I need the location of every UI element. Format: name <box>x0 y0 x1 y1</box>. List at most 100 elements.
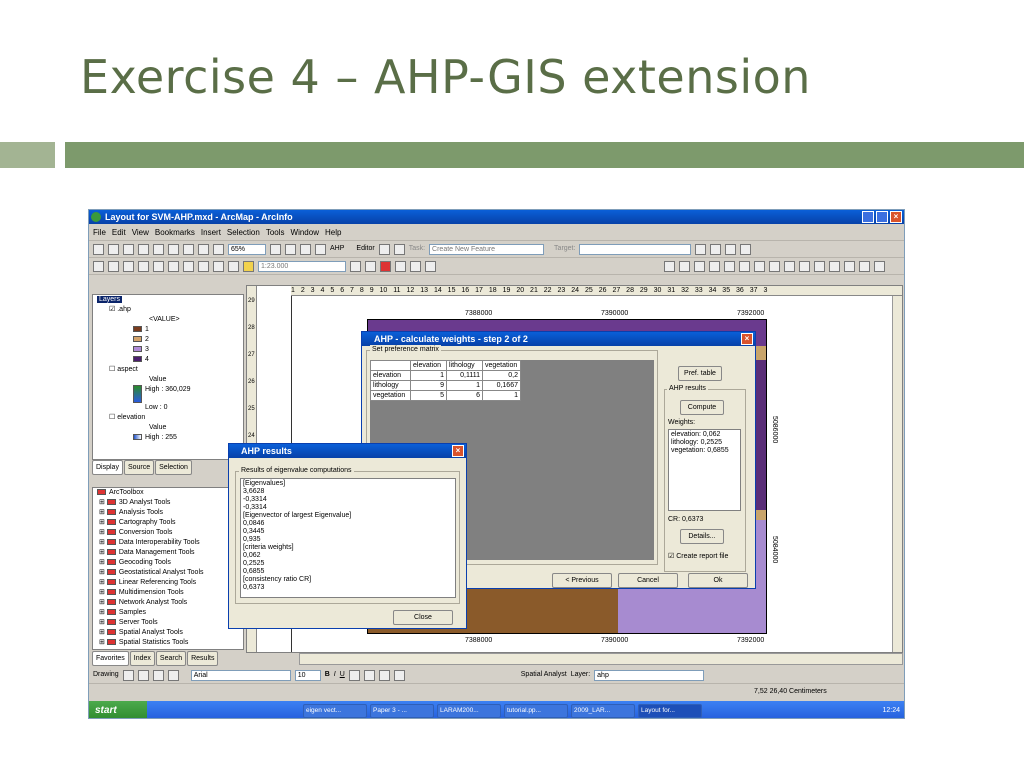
tab-display[interactable]: Display <box>92 460 123 475</box>
taskbar-item[interactable]: LARAM200... <box>437 703 501 718</box>
start-button[interactable]: start <box>89 701 147 718</box>
vertical-scrollbar[interactable] <box>892 296 902 652</box>
font-select[interactable]: Arial <box>190 669 291 681</box>
ahp-tool-icon[interactable] <box>315 243 326 255</box>
drawing-menu[interactable]: Drawing <box>93 670 119 680</box>
layers-label[interactable]: Layers <box>97 296 123 303</box>
dialog-close-button[interactable]: × <box>741 333 753 345</box>
open-icon[interactable] <box>108 260 119 272</box>
matrix-cell[interactable]: 9 <box>410 380 447 391</box>
toggle-draft-icon[interactable] <box>270 243 281 255</box>
toolbox-item[interactable]: ⊞ Conversion Tools <box>93 528 243 538</box>
maximize-button[interactable] <box>876 211 888 223</box>
full-extent-icon[interactable] <box>138 243 149 255</box>
split-tool-icon[interactable] <box>695 243 707 255</box>
zoom-whole-page-icon[interactable] <box>183 243 194 255</box>
toolbox-item[interactable]: ⊞ Network Analyst Tools <box>93 598 243 608</box>
select-features-icon[interactable] <box>784 260 795 272</box>
tab-search[interactable]: Search <box>155 651 187 666</box>
italic-button[interactable]: I <box>334 670 336 680</box>
eigenvalue-output[interactable]: [Eigenvalues] 3,6628 -0,3314 -0,3314 [Eigenv… <box>240 478 456 598</box>
cancel-button[interactable]: Cancel <box>618 573 678 588</box>
matrix-cell[interactable]: 0,1667 <box>482 380 521 391</box>
scale-select[interactable]: 1:23.000 <box>258 260 346 272</box>
tab-index[interactable]: Index <box>129 651 155 666</box>
matrix-cell[interactable]: 0,1111 <box>446 370 483 381</box>
whats-this-icon[interactable] <box>425 260 436 272</box>
copy-icon[interactable] <box>168 260 179 272</box>
delete-icon[interactable] <box>198 260 209 272</box>
arctoolbox-root[interactable]: ArcToolbox <box>93 488 243 498</box>
matrix-cell[interactable]: 1 <box>446 380 483 391</box>
pref-table-button[interactable]: Pref. table <box>678 366 722 381</box>
rotate-tool-icon[interactable] <box>710 243 722 255</box>
horizontal-scrollbar[interactable] <box>299 653 903 665</box>
details-button[interactable]: Details... <box>680 529 724 544</box>
measure-icon[interactable] <box>844 260 855 272</box>
toolbox-item[interactable]: ⊞ Multidimension Tools <box>93 588 243 598</box>
toolbox-item[interactable]: ⊞ Analysis Tools <box>93 508 243 518</box>
toolbox-item[interactable]: ⊞ Samples <box>93 608 243 618</box>
sketch-tool-icon[interactable] <box>393 243 405 255</box>
results-close-button[interactable]: × <box>452 445 464 457</box>
model-builder-icon[interactable] <box>410 260 421 272</box>
back-arrow-icon[interactable] <box>754 260 765 272</box>
underline-button[interactable]: U <box>340 670 345 680</box>
toc-item[interactable]: ☐ elevation <box>93 413 243 423</box>
menu-window[interactable]: Window <box>291 228 319 237</box>
fill-color-icon[interactable] <box>363 669 375 681</box>
globe-full-extent-icon[interactable] <box>739 260 750 272</box>
undo-icon[interactable] <box>213 260 224 272</box>
matrix-cell[interactable]: 1 <box>410 370 447 381</box>
toolbox-item[interactable]: ⊞ Spatial Analyst Tools <box>93 628 243 638</box>
rectangle-icon[interactable] <box>152 669 164 681</box>
new-icon[interactable] <box>93 260 104 272</box>
line-color-icon[interactable] <box>378 669 390 681</box>
sketch-properties-icon[interactable] <box>740 243 752 255</box>
toc-item[interactable]: ☑ .ahp <box>93 305 243 315</box>
layer-select[interactable]: ahp <box>594 669 705 681</box>
create-report-checkbox[interactable]: ☑ Create report file <box>668 552 728 562</box>
compute-button[interactable]: Compute <box>680 400 724 415</box>
command-line-icon[interactable] <box>395 260 406 272</box>
redo-icon[interactable] <box>228 260 239 272</box>
tools-fixed-out-icon[interactable] <box>709 260 720 272</box>
editor-toolbar-icon[interactable] <box>350 260 361 272</box>
arctoolbox-icon[interactable] <box>380 260 391 272</box>
fixed-zoom-out-icon[interactable] <box>168 243 179 255</box>
close-button[interactable]: × <box>890 211 902 223</box>
font-size-select[interactable]: 10 <box>294 669 321 681</box>
taskbar-item[interactable]: Layout for... <box>638 703 702 718</box>
menu-insert[interactable]: Insert <box>201 228 221 237</box>
bold-button[interactable]: B <box>325 670 330 680</box>
cut-icon[interactable] <box>153 260 164 272</box>
editor-menu[interactable]: Editor <box>356 244 374 254</box>
tab-results[interactable]: Results <box>187 651 219 666</box>
pan-icon[interactable] <box>123 243 134 255</box>
matrix-cell[interactable]: 5 <box>410 390 447 401</box>
tab-selection[interactable]: Selection <box>155 460 192 475</box>
identify-icon[interactable] <box>814 260 825 272</box>
forward-arrow-icon[interactable] <box>769 260 780 272</box>
save-icon[interactable] <box>123 260 134 272</box>
marker-color-icon[interactable] <box>393 669 405 681</box>
tab-source[interactable]: Source <box>123 460 155 475</box>
menu-help[interactable]: Help <box>325 228 341 237</box>
toolbox-item[interactable]: ⊞ Spatial Statistics Tools <box>93 638 243 648</box>
hyperlink-icon[interactable] <box>859 260 870 272</box>
add-data-icon[interactable] <box>243 260 254 272</box>
task-select[interactable]: Create New Feature <box>429 243 545 255</box>
previous-button[interactable]: < Previous <box>552 573 612 588</box>
toolbox-item[interactable]: ⊞ Cartography Tools <box>93 518 243 528</box>
find-icon[interactable] <box>829 260 840 272</box>
menu-selection[interactable]: Selection <box>227 228 260 237</box>
taskbar-item[interactable]: eigen vect... <box>303 703 367 718</box>
menu-bookmarks[interactable]: Bookmarks <box>155 228 195 237</box>
tools-zoom-out-icon[interactable] <box>679 260 690 272</box>
toolbox-item[interactable]: ⊞ Geocoding Tools <box>93 558 243 568</box>
menu-file[interactable]: File <box>93 228 106 237</box>
toolbox-item[interactable]: ⊞ 3D Analyst Tools <box>93 498 243 508</box>
ok-button[interactable]: Ok <box>688 573 748 588</box>
table-of-contents-icon[interactable] <box>365 260 376 272</box>
taskbar-item[interactable]: tutorial.pp... <box>504 703 568 718</box>
